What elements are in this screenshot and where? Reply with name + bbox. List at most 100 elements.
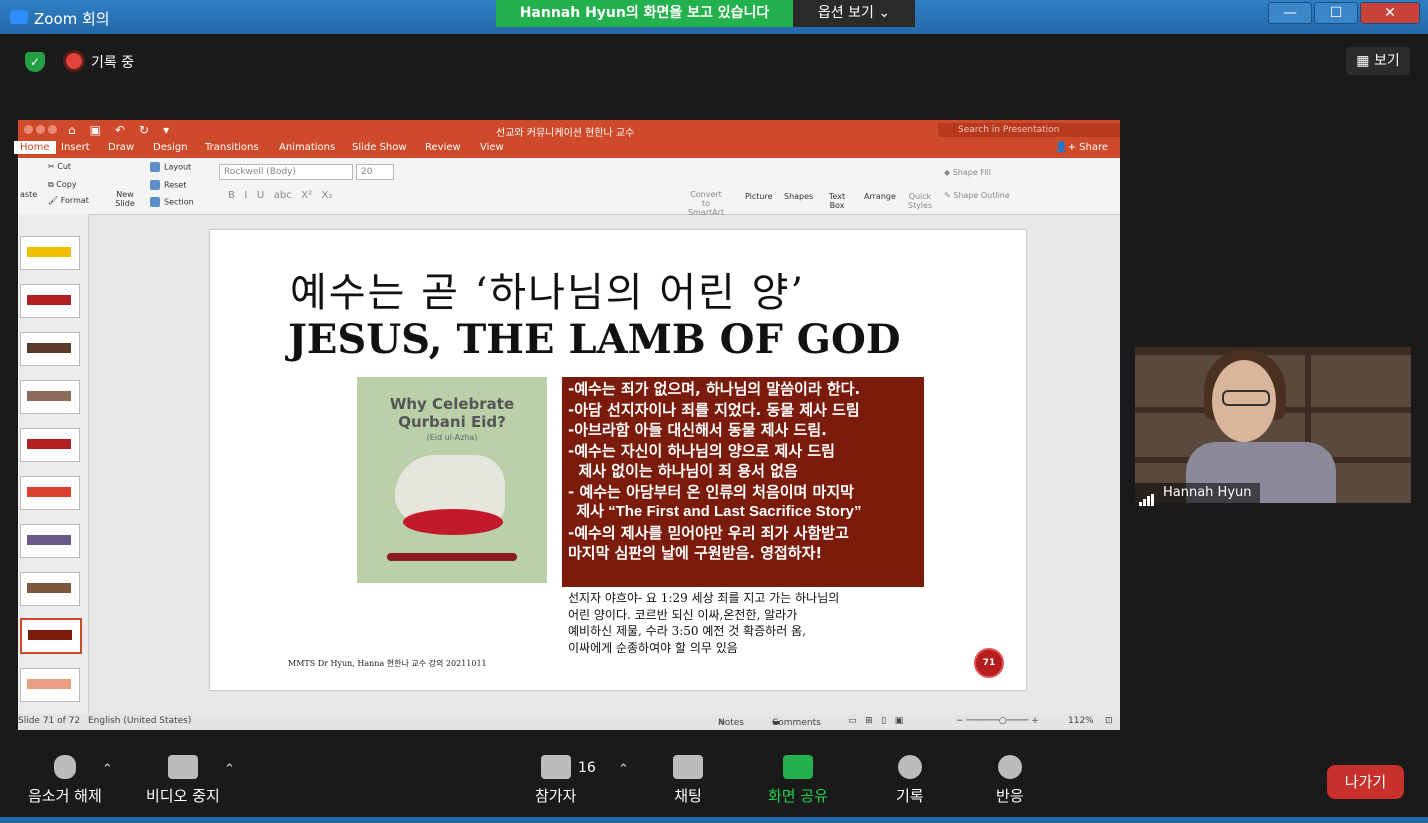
slide-thumbnail[interactable]: [20, 476, 80, 510]
slide-thumbnail[interactable]: [20, 236, 80, 270]
share-button[interactable]: 👤+ Share: [1055, 142, 1108, 153]
slide-thumbnails-panel[interactable]: [18, 214, 89, 714]
book-cover-image: Why Celebrate Qurbani Eid? (Eid ul-Azha): [357, 377, 547, 583]
text-line: -예수는 자신이 하나님의 양으로 제사 드림: [568, 441, 835, 460]
new-slide-button[interactable]: New Slide: [114, 190, 136, 208]
shape-outline-button[interactable]: ✎ Shape Outline: [944, 191, 1010, 200]
format-painter-button[interactable]: 🖌 Format: [48, 196, 89, 205]
tab-slide-show[interactable]: Slide Show: [352, 142, 407, 153]
slide-thumbnail[interactable]: [20, 524, 80, 558]
view-label: 보기: [1373, 53, 1400, 69]
tab-transitions[interactable]: Transitions: [205, 142, 259, 153]
arrange-button[interactable]: Arrange: [864, 192, 896, 201]
brush-icon: 🖌: [48, 196, 61, 205]
text-box-button[interactable]: Text Box: [825, 192, 849, 210]
shape-fill-label: Shape Fill: [952, 168, 991, 177]
stop-video-label: 비디오 중지: [146, 787, 220, 805]
shapes-button[interactable]: Shapes: [784, 192, 813, 201]
view-options-button[interactable]: 옵션 보기 ⌄: [793, 0, 915, 27]
participant-glasses: [1222, 390, 1270, 406]
slide-thumbnail[interactable]: [20, 332, 80, 366]
notes-label: Notes: [718, 718, 744, 728]
ornament-illustration: [387, 553, 517, 561]
reactions-label: 반응: [996, 787, 1024, 805]
copy-button[interactable]: ⧉ Copy: [48, 180, 77, 190]
share-label: Share: [1079, 142, 1108, 153]
reset-icon: [150, 180, 160, 190]
slide-thumbnail[interactable]: [20, 284, 80, 318]
chat-button[interactable]: 채팅: [673, 755, 703, 806]
cut-button[interactable]: ✂ Cut: [48, 162, 71, 171]
more-icon[interactable]: ▾: [163, 123, 169, 137]
font-family-select[interactable]: Rockwell (Body): [219, 164, 353, 180]
leave-meeting-button[interactable]: 나가기: [1327, 765, 1404, 799]
slide-number-badge: 71: [974, 648, 1004, 678]
tab-insert[interactable]: Insert: [61, 142, 90, 153]
stop-video-button[interactable]: 비디오 중지: [146, 755, 220, 806]
audio-options-chevron-icon[interactable]: ⌃: [102, 762, 113, 777]
redo-icon[interactable]: ↻: [139, 123, 149, 137]
participants-button[interactable]: 참가자: [535, 755, 576, 806]
convert-smartart-button[interactable]: Convert to SmartArt: [686, 190, 726, 217]
traffic-lights: [24, 125, 60, 137]
window-title: Zoom 회의: [34, 10, 110, 28]
save-icon[interactable]: ▣: [90, 123, 101, 137]
view-mode-buttons[interactable]: ▭ ⊞ ▯ ▣: [848, 716, 903, 726]
shape-fill-button[interactable]: ◆ Shape Fill: [944, 168, 991, 177]
tab-design[interactable]: Design: [153, 142, 188, 153]
participants-options-chevron-icon[interactable]: ⌃: [618, 762, 629, 777]
tab-animations[interactable]: Animations: [279, 142, 335, 153]
screen-share-banner: Hannah Hyun의 화면을 보고 있습니다: [496, 0, 793, 27]
bold-italic-underline-buttons[interactable]: B I U abc X² X₂: [228, 190, 333, 201]
undo-icon[interactable]: ↶: [115, 123, 125, 137]
slide-thumbnail[interactable]: [20, 428, 80, 462]
font-size-select[interactable]: 20: [356, 164, 394, 180]
reset-label: Reset: [164, 180, 187, 190]
chat-label: 채팅: [674, 787, 702, 805]
minimize-button[interactable]: —: [1268, 2, 1312, 24]
window-controls: — ☐ ✕: [1266, 2, 1420, 24]
section-button[interactable]: Section: [150, 197, 194, 207]
caption-line: 어린 양이다. 코르반 되신 이싸,온전한, 알라가: [568, 607, 798, 622]
tab-home[interactable]: Home: [14, 141, 56, 154]
maximize-button[interactable]: ☐: [1314, 2, 1358, 24]
recording-dot-icon: [66, 53, 82, 69]
slide-thumbnail[interactable]: [20, 668, 80, 702]
tab-review[interactable]: Review: [425, 142, 461, 153]
slide-thumbnail-selected[interactable]: [20, 618, 82, 654]
slide-thumbnail[interactable]: [20, 380, 80, 414]
video-options-chevron-icon[interactable]: ⌃: [224, 762, 235, 777]
zoom-slider[interactable]: − ──────○──── +: [956, 716, 1039, 726]
slide-thumbnail[interactable]: [20, 572, 80, 606]
security-shield-icon[interactable]: ✓: [25, 52, 45, 72]
slide-counter: Slide 71 of 72: [18, 716, 81, 726]
fit-window-icon[interactable]: ⊡: [1105, 716, 1113, 726]
layout-icon: [150, 162, 160, 172]
tab-view[interactable]: View: [480, 142, 504, 153]
view-button[interactable]: ▦ 보기: [1346, 47, 1410, 75]
quick-styles-button[interactable]: Quick Styles: [905, 192, 935, 210]
reactions-button[interactable]: 반응: [996, 755, 1024, 806]
close-button[interactable]: ✕: [1360, 2, 1420, 24]
text-line: -아브라함 아들 대신해서 동물 제사 드림.: [568, 421, 827, 439]
add-person-icon: 👤+: [1055, 142, 1080, 153]
record-button[interactable]: 기록: [896, 755, 924, 806]
participants-icon: [540, 755, 571, 779]
blood-illustration: [403, 509, 503, 535]
layout-button[interactable]: Layout: [150, 162, 191, 172]
unmute-button[interactable]: 음소거 해제: [28, 755, 102, 806]
home-icon[interactable]: ⌂: [68, 123, 76, 137]
tab-draw[interactable]: Draw: [108, 142, 134, 153]
document-title: 선교와 커뮤니케이션 현한나 교수: [496, 128, 635, 139]
share-screen-button[interactable]: 화면 공유: [768, 755, 828, 806]
format-label: Format: [60, 196, 89, 205]
reset-button[interactable]: Reset: [150, 180, 186, 190]
zoom-level: 112%: [1068, 716, 1094, 726]
search-input[interactable]: Search in Presentation: [938, 123, 1120, 137]
meeting-toolbar: [9, 745, 1421, 817]
picture-button[interactable]: Picture: [745, 192, 773, 201]
slide-canvas[interactable]: 예수는 곧 ‘하나님의 어린 양’ JESUS, THE LAMB OF GOD…: [210, 230, 1026, 690]
slide-footer: MMTS Dr Hyun, Hanna 현한나 교수 강의 20211011: [288, 659, 487, 668]
book-title: Why Celebrate Qurbani Eid?: [389, 395, 515, 431]
paste-button[interactable]: aste: [20, 190, 37, 199]
